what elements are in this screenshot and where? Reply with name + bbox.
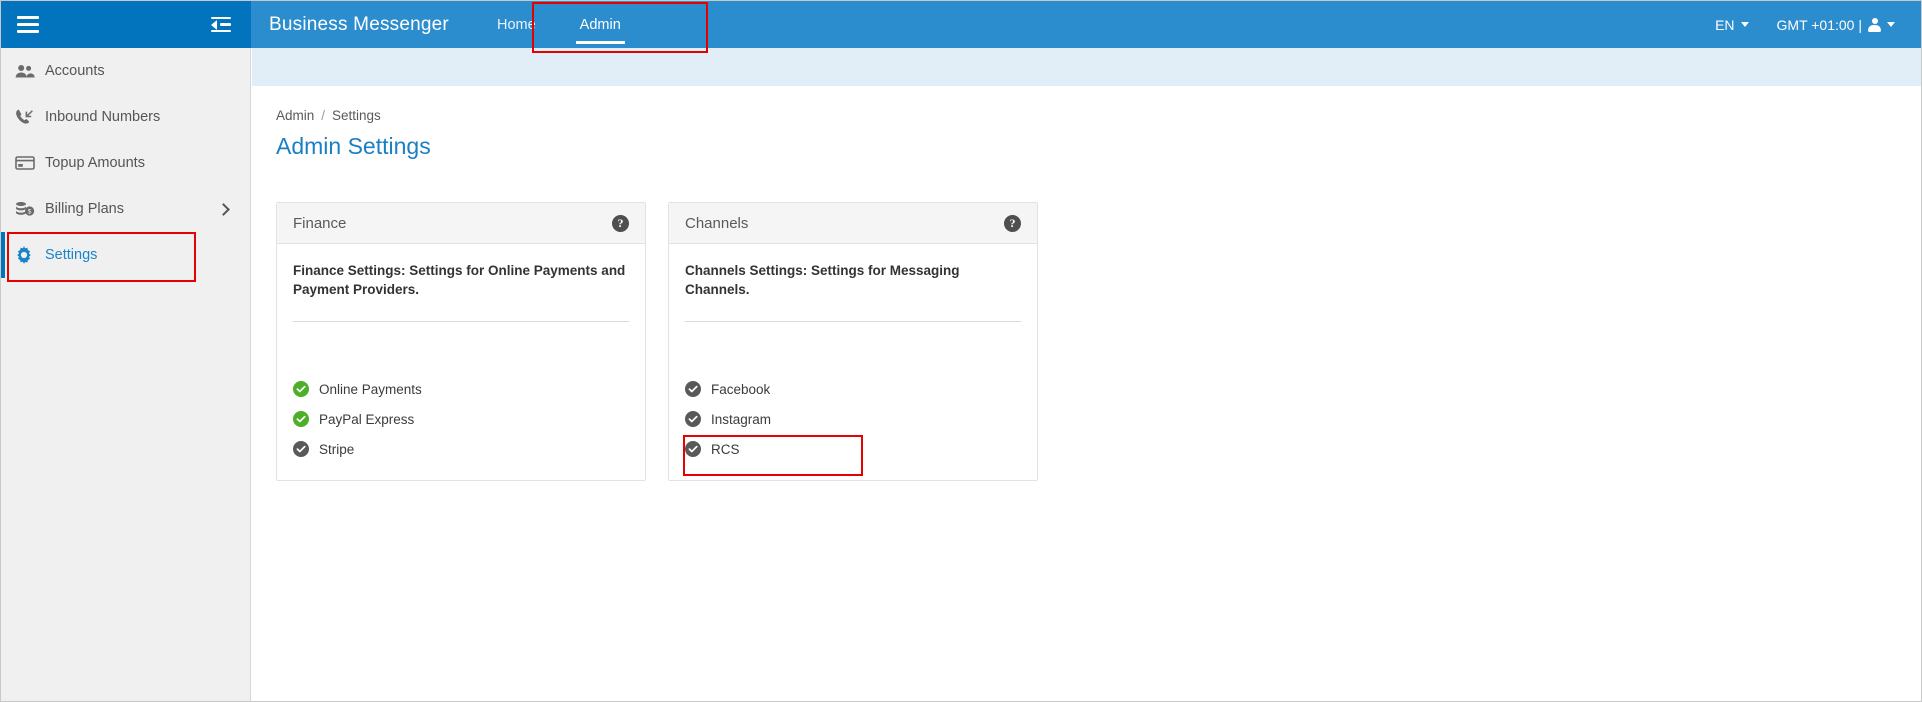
settings-cards: Finance ? Finance Settings: Settings for… [276,202,1921,482]
help-circle-icon[interactable]: ? [612,214,629,232]
tab-home-label: Home [496,16,536,33]
sidebar-item-label: Inbound Numbers [45,109,161,125]
check-circle-icon [685,381,701,398]
finance-options-list: Online Payments PayPal Express Stripe [293,374,629,464]
option-stripe[interactable]: Stripe [293,434,629,464]
card-channels-description: Channels Settings: Settings for Messagin… [685,263,960,298]
main-content: Admin / Settings Admin Settings Finance … [252,86,1921,701]
language-selector[interactable]: EN [1715,16,1749,33]
user-avatar-icon [1868,17,1881,32]
sidebar-item-label: Topup Amounts [45,155,145,171]
check-circle-icon [293,411,309,428]
top-navigation-bar: Business Messenger Home Admin EN GMT +01… [1,1,1921,48]
user-menu[interactable]: GMT +01:00 | [1777,17,1895,33]
timezone-label: GMT +01:00 | [1776,16,1862,33]
divider [293,321,629,323]
language-label: EN [1715,16,1735,33]
app-brand-title: Business Messenger [269,13,449,35]
option-label: PayPal Express [319,411,415,427]
check-circle-icon [685,411,701,428]
option-label: Instagram [711,411,772,427]
option-paypal-express[interactable]: PayPal Express [293,404,629,434]
check-circle-icon [293,441,309,458]
sidebar-collapse-icon[interactable] [211,16,231,33]
option-instagram[interactable]: Instagram [685,404,1021,434]
card-finance: Finance ? Finance Settings: Settings for… [276,202,646,482]
card-channels-body: Channels Settings: Settings for Messagin… [669,244,1037,480]
topbar-right-controls: EN GMT +01:00 | [1715,1,1921,48]
divider [685,321,1021,323]
option-label: Facebook [711,381,771,397]
app-window: Business Messenger Home Admin EN GMT +01… [0,0,1922,702]
card-finance-body: Finance Settings: Settings for Online Pa… [277,244,645,480]
chevron-right-icon[interactable] [217,202,230,216]
card-channels-title: Channels [685,214,749,232]
chevron-down-icon [1887,22,1895,27]
option-label: RCS [711,441,740,457]
money-stack-icon: $ [15,200,41,218]
breadcrumb-settings[interactable]: Settings [332,108,381,123]
option-label: Online Payments [319,381,422,397]
channels-options-list: Facebook Instagram RCS [685,374,1021,464]
tab-home[interactable]: Home [475,1,558,48]
sidebar-item-accounts[interactable]: Accounts [1,48,250,94]
option-online-payments[interactable]: Online Payments [293,374,629,404]
check-circle-icon [685,441,701,458]
sidebar-item-topup-amounts[interactable]: Topup Amounts [1,140,250,186]
phone-incoming-icon [15,108,41,126]
svg-text:$: $ [28,209,32,216]
card-channels: Channels ? Channels Settings: Settings f… [668,202,1038,482]
option-facebook[interactable]: Facebook [685,374,1021,404]
sidebar-item-settings[interactable]: Settings [1,232,250,278]
sidebar-item-inbound-numbers[interactable]: Inbound Numbers [1,94,250,140]
gear-icon [15,246,41,264]
breadcrumb: Admin / Settings [276,108,1921,123]
option-label: Stripe [319,441,355,457]
page-subheader-band [252,48,1921,86]
sidebar-item-billing-plans[interactable]: $ Billing Plans [1,186,250,232]
option-rcs[interactable]: RCS [685,434,1021,464]
sidebar-item-label: Settings [45,247,98,263]
users-icon [15,62,41,80]
sidebar: Accounts Inbound Numbers Topup Amounts $… [1,48,251,701]
credit-card-icon [15,154,41,172]
card-finance-title: Finance [293,214,347,232]
sidebar-header [1,1,251,48]
nav-tabs: Home Admin [475,1,643,48]
hamburger-menu-icon[interactable] [17,16,39,33]
check-circle-icon [293,381,309,398]
page-title: Admin Settings [276,133,431,159]
sidebar-item-label: Accounts [45,63,105,79]
card-channels-header: Channels ? [669,203,1037,244]
breadcrumb-separator: / [321,108,326,123]
tab-admin-label: Admin [579,16,621,33]
help-circle-icon[interactable]: ? [1004,214,1021,232]
card-finance-description: Finance Settings: Settings for Online Pa… [293,263,626,298]
card-finance-header: Finance ? [277,203,645,244]
breadcrumb-admin[interactable]: Admin [276,108,314,123]
chevron-down-icon [1740,22,1749,27]
sidebar-item-label: Billing Plans [45,201,124,217]
tab-admin[interactable]: Admin [558,1,643,48]
